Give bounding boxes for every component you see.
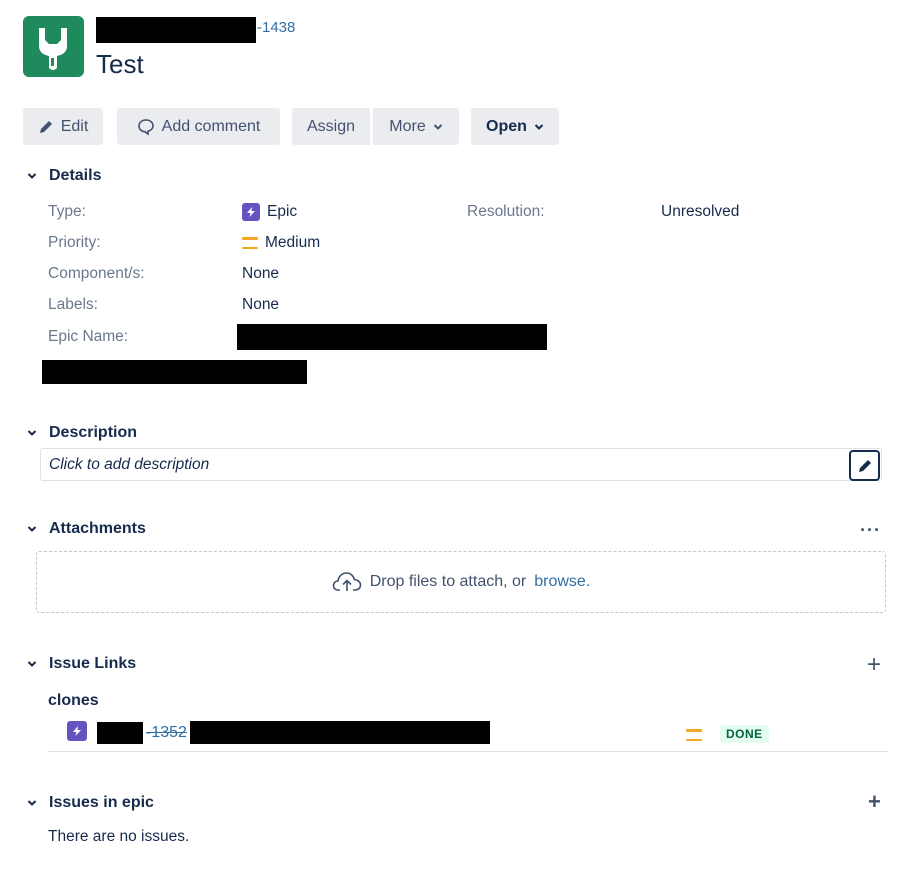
empty-issues-message: There are no issues. <box>48 828 190 845</box>
components-label: Component/s: <box>48 265 145 282</box>
assign-button-label: Assign <box>306 117 356 135</box>
workflow-status-label: Open <box>486 117 527 135</box>
epic-name-label: Epic Name: <box>48 328 129 345</box>
attachment-drop-zone[interactable]: Drop files to attach, or browse. <box>36 551 886 613</box>
edit-description-button[interactable] <box>849 450 880 481</box>
attachments-heading: Attachments <box>49 520 146 537</box>
issue-links-heading: Issue Links <box>49 655 137 672</box>
issue-links-section-toggle[interactable]: Issue Links <box>25 655 136 673</box>
chevron-down-icon <box>25 522 39 536</box>
labels-value: None <box>242 296 280 313</box>
components-value: None <box>242 265 280 282</box>
redacted-field <box>42 360 307 384</box>
wrench-icon <box>39 28 67 70</box>
add-issue-in-epic-button[interactable]: + <box>868 791 881 813</box>
chevron-down-icon <box>25 796 39 810</box>
description-section-toggle[interactable]: Description <box>25 424 137 442</box>
attachments-section-toggle[interactable]: Attachments <box>25 520 146 538</box>
redacted-epic-name <box>237 324 547 350</box>
status-lozenge-done: DONE <box>720 725 769 743</box>
edit-button-label: Edit <box>60 117 89 135</box>
redacted-linked-summary <box>190 721 490 744</box>
epic-icon <box>67 721 87 741</box>
drop-zone-text: Drop files to attach, or <box>369 573 527 590</box>
issues-in-epic-heading: Issues in epic <box>49 794 154 811</box>
resolution-label: Resolution: <box>467 203 545 220</box>
labels-label: Labels: <box>48 296 98 313</box>
chevron-down-icon <box>433 122 443 132</box>
resolution-value: Unresolved <box>661 203 740 220</box>
pencil-icon <box>38 119 54 135</box>
project-avatar[interactable] <box>23 16 84 77</box>
assign-button[interactable]: Assign <box>292 108 370 145</box>
epic-icon <box>242 203 260 221</box>
priority-label: Priority: <box>48 234 101 251</box>
workflow-status-button[interactable]: Open <box>471 108 559 145</box>
chevron-down-icon <box>25 426 39 440</box>
type-label: Type: <box>48 203 86 220</box>
redacted-project-key <box>96 17 256 43</box>
comment-icon <box>137 118 155 136</box>
type-value-text: Epic <box>267 203 298 220</box>
add-comment-button[interactable]: Add comment <box>117 108 280 145</box>
priority-medium-icon <box>686 729 702 741</box>
attachments-more-icon[interactable]: ··· <box>860 520 881 541</box>
issue-key-link[interactable]: -1438 <box>257 19 295 36</box>
description-heading: Description <box>49 424 138 441</box>
chevron-down-icon <box>25 657 39 671</box>
pencil-icon <box>858 459 871 472</box>
details-heading: Details <box>49 167 102 184</box>
redacted-linked-project-key <box>97 722 143 744</box>
add-issue-link-button[interactable]: + <box>867 653 881 677</box>
more-button-label: More <box>389 117 426 135</box>
more-button[interactable]: More <box>373 108 459 145</box>
priority-value-text: Medium <box>265 234 321 251</box>
priority-medium-icon <box>242 237 258 249</box>
issue-title: Test <box>96 49 144 79</box>
linked-issue-key-link[interactable]: -1352 <box>146 724 187 742</box>
browse-link[interactable]: browse. <box>534 573 590 591</box>
chevron-down-icon <box>534 122 544 132</box>
issues-in-epic-section-toggle[interactable]: Issues in epic <box>25 794 154 812</box>
edit-button[interactable]: Edit <box>23 108 103 145</box>
description-field[interactable]: Click to add description <box>40 448 882 481</box>
chevron-down-icon <box>25 169 39 183</box>
description-placeholder: Click to add description <box>49 456 210 473</box>
add-comment-button-label: Add comment <box>161 117 261 135</box>
cloud-upload-icon <box>332 571 362 593</box>
priority-value: Medium <box>242 234 320 252</box>
details-section-toggle[interactable]: Details <box>25 167 101 185</box>
link-relation-label: clones <box>48 692 99 709</box>
type-value: Epic <box>242 203 297 221</box>
